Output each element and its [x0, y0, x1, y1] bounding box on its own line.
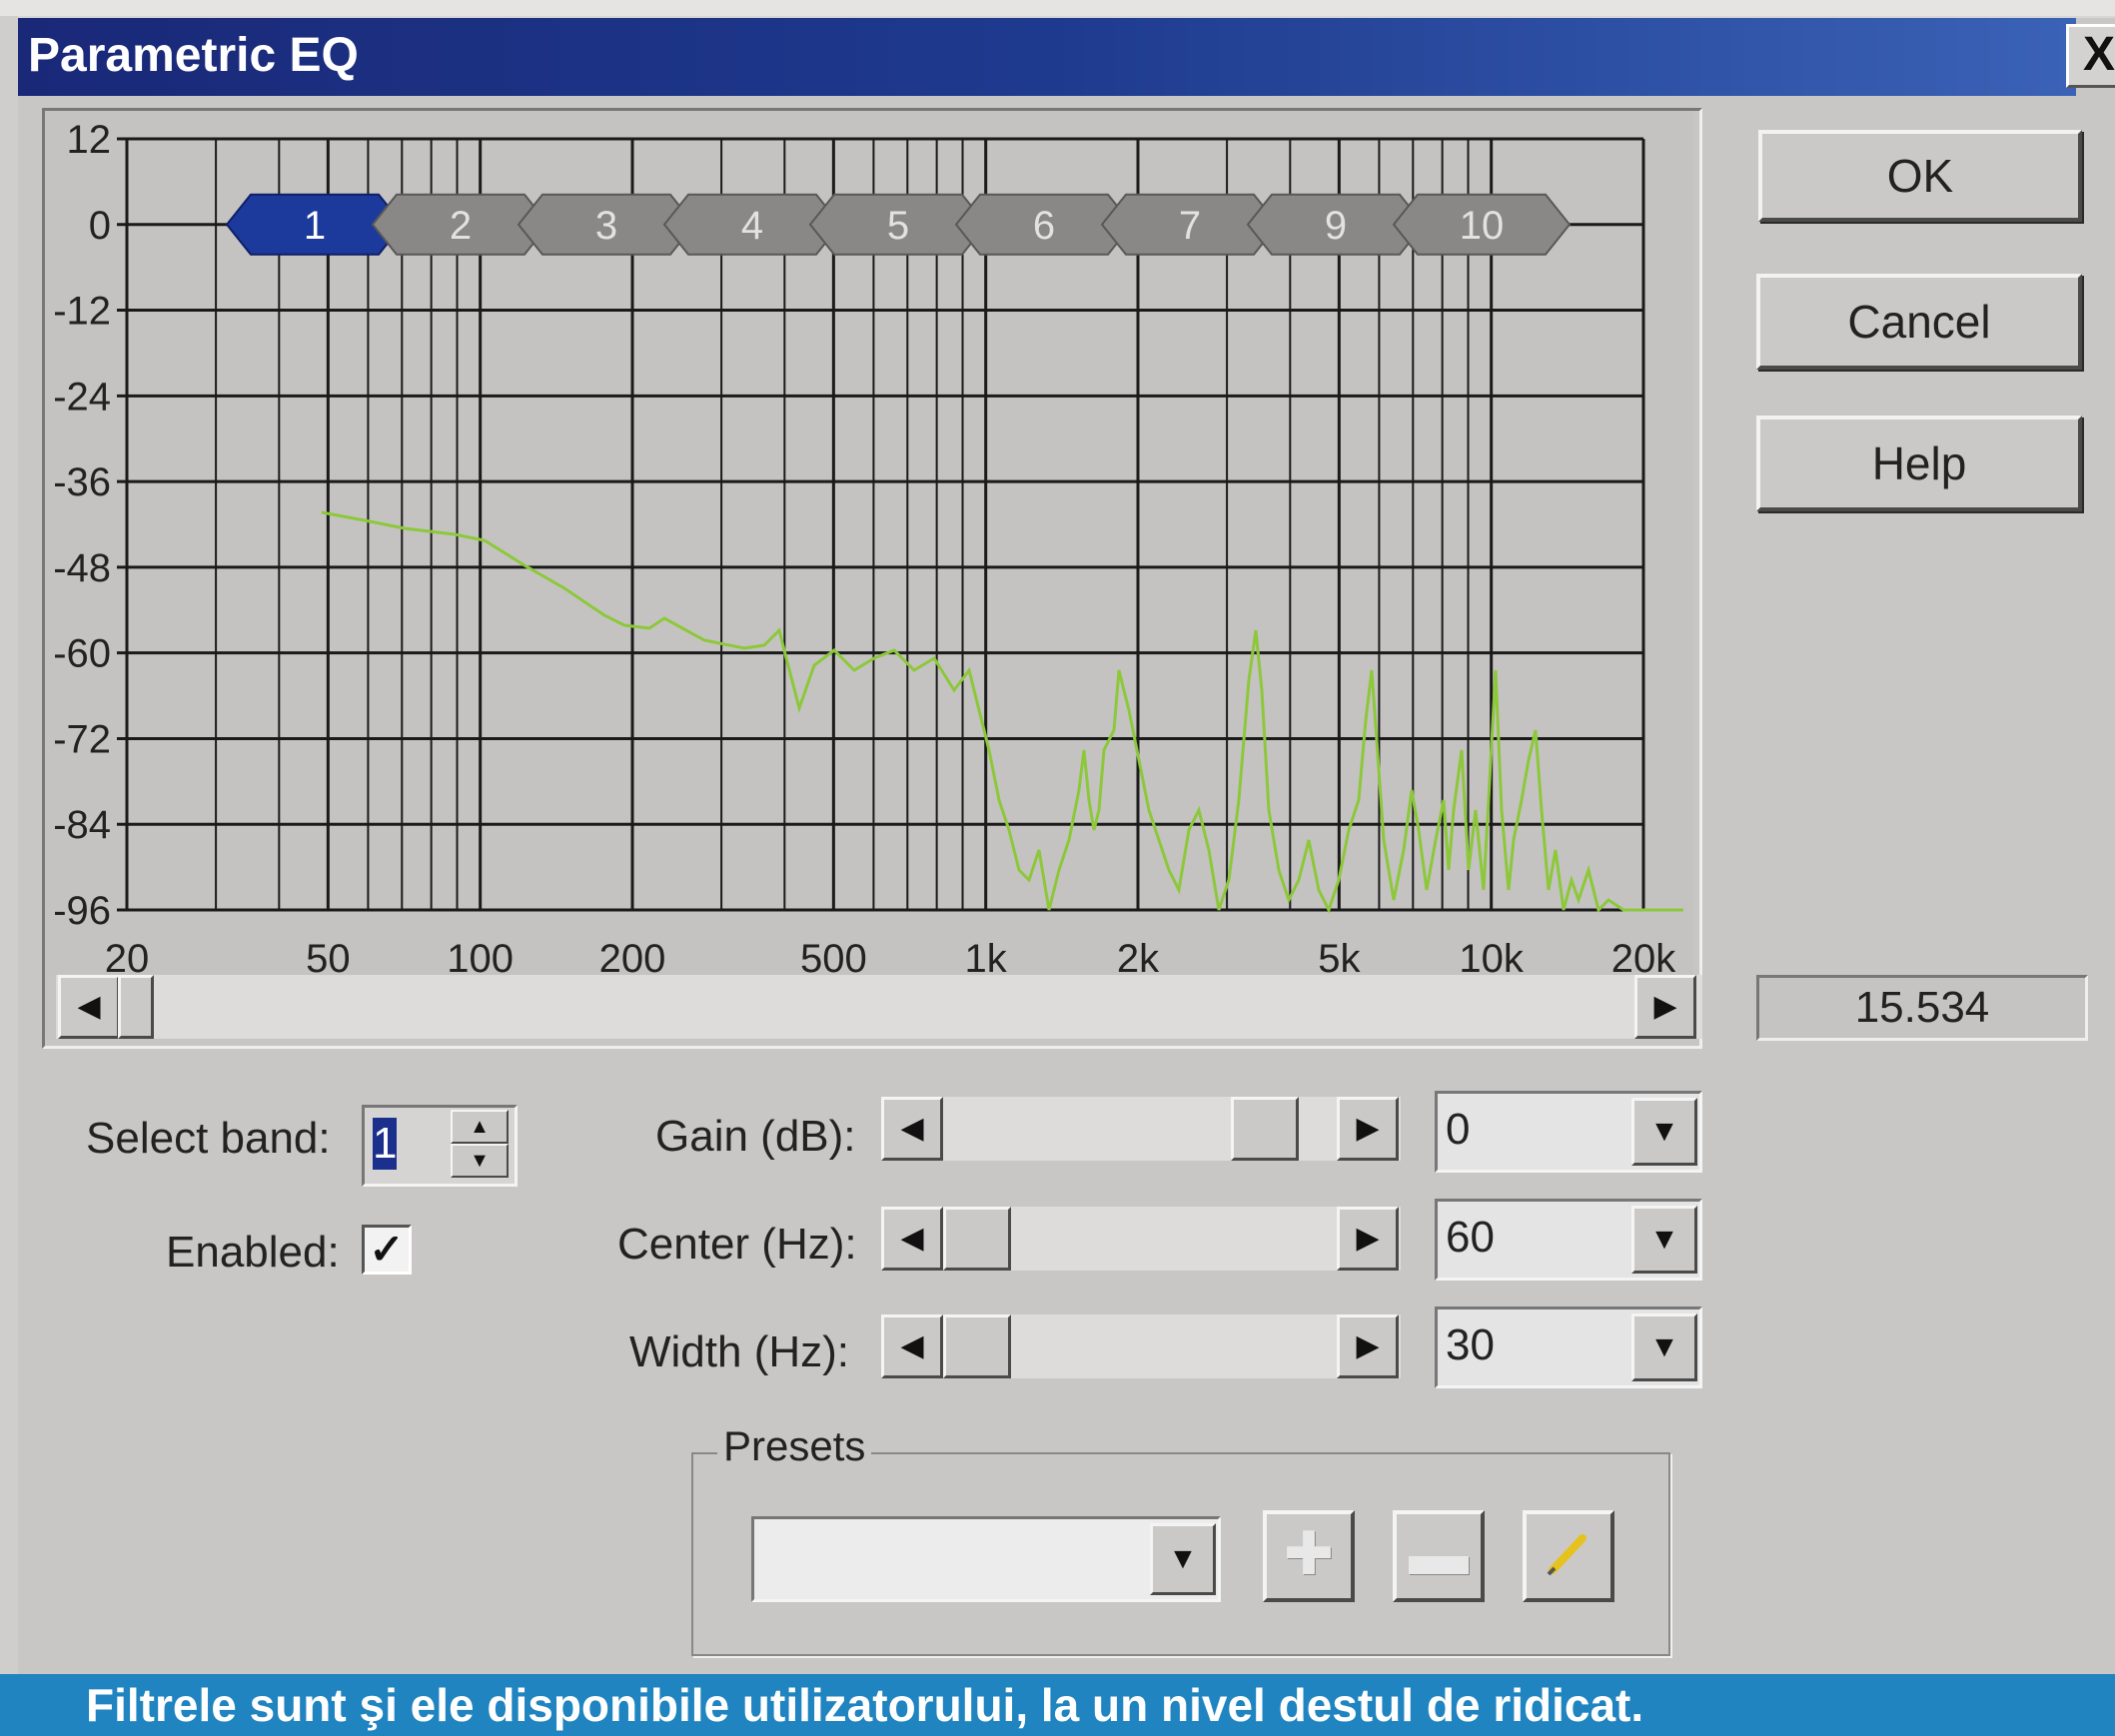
band-tabs[interactable]: 1 2 3 4 5 6 7 9 10 [225, 193, 1572, 256]
band-tab-label[interactable]: 7 [1179, 204, 1201, 248]
scroll-thumb[interactable] [118, 975, 154, 1039]
gain-right-button[interactable]: ▶ [1337, 1097, 1399, 1161]
help-button[interactable]: Help [1756, 416, 2082, 511]
add-preset-button[interactable]: ✚ [1263, 1510, 1355, 1602]
presets-dropdown-button[interactable]: ▼ [1150, 1523, 1216, 1595]
caption-bar: Filtrele sunt şi ele disponibile utiliza… [0, 1674, 2115, 1736]
scroll-right-button[interactable]: ▶ [1634, 975, 1696, 1039]
width-combo[interactable]: 30 ▼ [1435, 1306, 1702, 1388]
center-slider-track[interactable]: ◀ ▶ [881, 1207, 1401, 1271]
cancel-button[interactable]: Cancel [1756, 274, 2082, 370]
remove-preset-button[interactable]: ▬ [1393, 1510, 1485, 1602]
band-tab-label[interactable]: 5 [887, 204, 909, 248]
gain-combo[interactable]: 0 ▼ [1435, 1091, 1702, 1173]
gain-slider-thumb[interactable] [1231, 1097, 1299, 1161]
enabled-label: Enabled: [166, 1228, 340, 1277]
y-axis-label: -12 [53, 290, 111, 334]
width-label: Width (Hz): [629, 1327, 849, 1376]
y-axis-label: -60 [53, 632, 111, 676]
presets-group: Presets ▼ ✚ ▬ [691, 1418, 1670, 1656]
plus-icon: ✚ [1283, 1520, 1335, 1587]
width-slider-track[interactable]: ◀ ▶ [881, 1314, 1401, 1378]
y-axis-label: -72 [53, 717, 111, 761]
ok-button[interactable]: OK [1758, 130, 2082, 222]
band-tab-label[interactable]: 2 [450, 204, 472, 248]
center-left-button[interactable]: ◀ [881, 1207, 943, 1271]
center-slider-thumb[interactable] [943, 1207, 1011, 1271]
gain-slider-track[interactable]: ◀ ▶ [881, 1097, 1401, 1161]
spin-up-button[interactable]: ▲ [451, 1110, 509, 1144]
spinner-buttons: ▲ ▼ [451, 1110, 509, 1178]
band-tab-label[interactable]: 4 [741, 204, 763, 248]
title-bar: Parametric EQ [18, 18, 2076, 96]
eq-graph-frame: 1 2 3 4 5 6 7 9 10 12 0 -12 -24 -36 -48 -60 -72 -84 -96 2… [42, 108, 1702, 1049]
band-tab-10[interactable]: 10 [1392, 193, 1572, 256]
spin-down-button[interactable]: ▼ [451, 1144, 509, 1178]
edit-preset-button[interactable] [1523, 1510, 1614, 1602]
center-dropdown-button[interactable]: ▼ [1631, 1206, 1697, 1274]
eq-graph[interactable]: 1 2 3 4 5 6 7 9 10 12 0 -12 -24 -36 -48 -60 -72 -84 -96 2… [45, 111, 1693, 1040]
frequency-readout: 15.534 [1756, 975, 2088, 1041]
center-value[interactable]: 60 [1446, 1210, 1495, 1266]
select-band-spinner[interactable]: 1 ▲ ▼ [362, 1105, 518, 1187]
y-axis-label: -84 [53, 803, 111, 847]
select-band-label: Select band: [86, 1114, 331, 1163]
graph-horizontal-scrollbar[interactable]: ◀ ▶ [56, 975, 1702, 1039]
window-title: Parametric EQ [28, 29, 359, 82]
enabled-checkbox[interactable]: ✓ [362, 1225, 412, 1275]
scroll-left-button[interactable]: ◀ [58, 975, 120, 1039]
minus-icon: ▬ [1409, 1520, 1469, 1587]
left-margin [0, 16, 18, 1674]
y-axis-label: -48 [53, 546, 111, 590]
band-tab-label[interactable]: 10 [1460, 204, 1505, 248]
band-tab-label[interactable]: 1 [304, 204, 326, 248]
y-axis-label: -36 [53, 460, 111, 504]
center-right-button[interactable]: ▶ [1337, 1207, 1399, 1271]
band-tab-label[interactable]: 3 [595, 204, 617, 248]
width-right-button[interactable]: ▶ [1337, 1314, 1399, 1378]
caption-text: Filtrele sunt şi ele disponibile utiliza… [86, 1679, 1644, 1731]
width-value[interactable]: 30 [1446, 1317, 1495, 1373]
band-tab-label[interactable]: 9 [1325, 204, 1347, 248]
close-button[interactable]: X [2066, 24, 2115, 88]
top-margin [0, 0, 2115, 16]
pencil-icon [1547, 1534, 1586, 1576]
y-axis-label: -96 [53, 889, 111, 933]
gain-dropdown-button[interactable]: ▼ [1631, 1098, 1697, 1166]
width-left-button[interactable]: ◀ [881, 1314, 943, 1378]
width-slider-thumb[interactable] [943, 1314, 1011, 1378]
center-combo[interactable]: 60 ▼ [1435, 1199, 1702, 1281]
center-label: Center (Hz): [617, 1220, 857, 1269]
y-axis-label: -24 [53, 375, 111, 419]
gain-value[interactable]: 0 [1446, 1102, 1470, 1158]
gain-label: Gain (dB): [655, 1112, 856, 1161]
y-axis-label: 0 [89, 204, 111, 248]
presets-label: Presets [717, 1418, 872, 1474]
gain-left-button[interactable]: ◀ [881, 1097, 943, 1161]
presets-combo[interactable]: ▼ [751, 1516, 1221, 1602]
band-tab-label[interactable]: 6 [1033, 204, 1055, 248]
y-axis-label: 12 [67, 118, 112, 162]
select-band-value[interactable]: 1 [373, 1118, 397, 1170]
width-dropdown-button[interactable]: ▼ [1631, 1313, 1697, 1381]
